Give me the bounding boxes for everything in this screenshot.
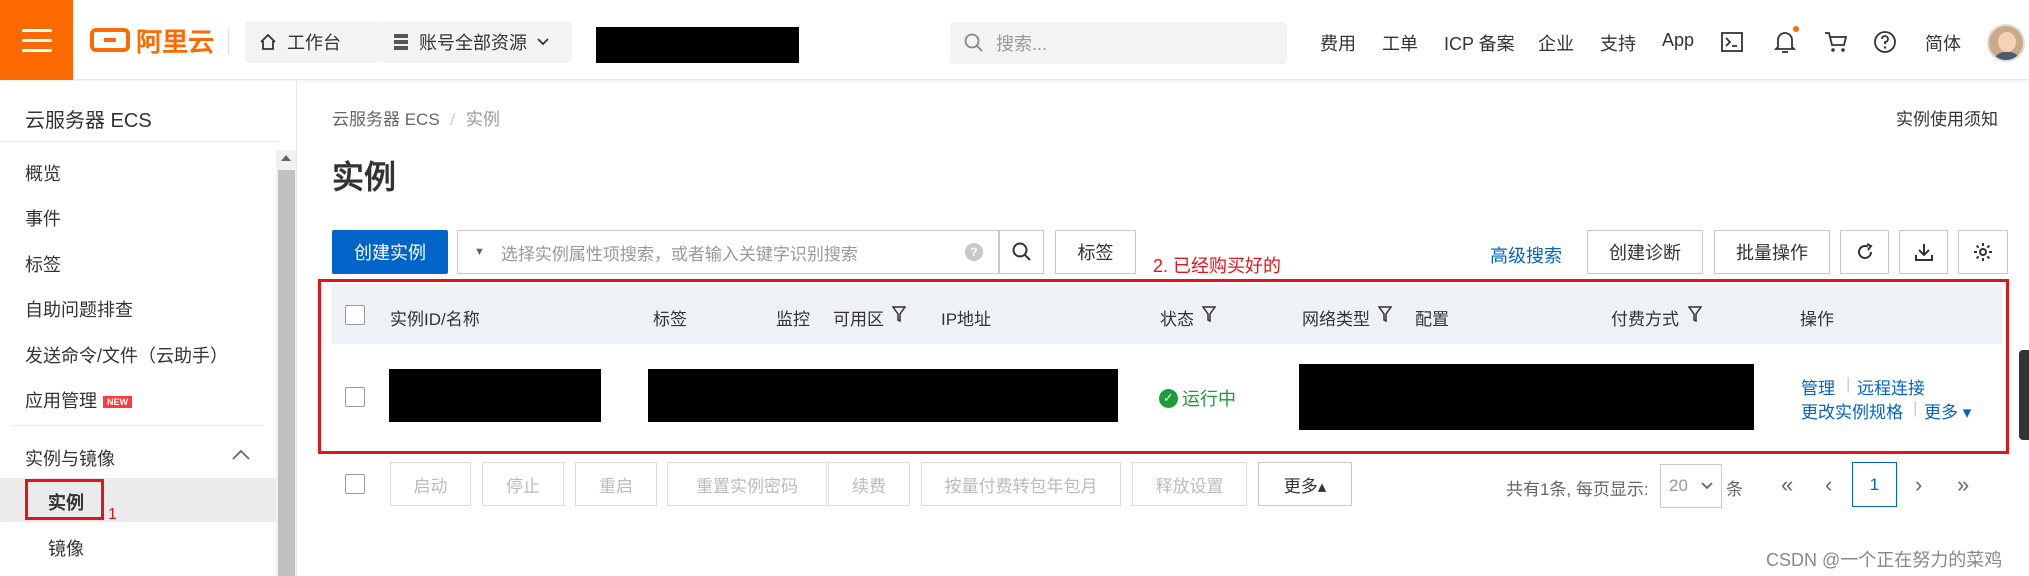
first-page-icon[interactable]: « bbox=[1781, 472, 1793, 498]
sidebar-item-tags[interactable]: 标签 bbox=[25, 251, 61, 277]
search-button[interactable] bbox=[999, 230, 1044, 274]
page-size-unit: 条 bbox=[1726, 480, 1743, 499]
release-settings-button[interactable]: 释放设置 bbox=[1132, 462, 1247, 506]
server-icon bbox=[394, 34, 408, 50]
search-icon bbox=[1012, 242, 1031, 261]
last-page-icon[interactable]: » bbox=[1957, 472, 1969, 498]
sidebar-item-app-management[interactable]: 应用管理 NEW bbox=[25, 387, 132, 413]
nav-enterprise[interactable]: 企业 bbox=[1538, 30, 1574, 56]
avatar[interactable] bbox=[1987, 24, 2025, 62]
sidebar-group-instances-images[interactable]: 实例与镜像 bbox=[25, 445, 115, 471]
page-size-value: 20 bbox=[1669, 476, 1688, 495]
resources-dropdown[interactable]: 账号全部资源 bbox=[379, 21, 572, 63]
workbench-button[interactable]: 工作台 bbox=[245, 21, 379, 63]
bottom-select-all-checkbox[interactable] bbox=[345, 474, 365, 494]
export-button[interactable] bbox=[1899, 230, 1948, 274]
language-switch[interactable]: 简体 bbox=[1925, 30, 1961, 56]
next-page-icon[interactable]: › bbox=[1915, 472, 1922, 498]
reset-password-button[interactable]: 重置实例密码 bbox=[667, 462, 827, 506]
nav-ticket[interactable]: 工单 bbox=[1382, 30, 1418, 56]
chevron-up-icon[interactable] bbox=[232, 450, 250, 460]
create-diagnosis-button[interactable]: 创建诊断 bbox=[1587, 230, 1703, 274]
restart-button[interactable]: 重启 bbox=[575, 462, 657, 506]
sidebar-item-cloud-assistant[interactable]: 发送命令/文件（云助手） bbox=[25, 342, 228, 368]
refresh-button[interactable] bbox=[1840, 230, 1889, 274]
start-button[interactable]: 启动 bbox=[390, 462, 471, 506]
convert-billing-button[interactable]: 按量付费转包年包月 bbox=[921, 462, 1121, 506]
resources-label: 账号全部资源 bbox=[419, 33, 527, 53]
nav-billing[interactable]: 费用 bbox=[1320, 30, 1356, 56]
cart-icon[interactable] bbox=[1824, 31, 1848, 53]
aliyun-logo-icon bbox=[90, 28, 130, 52]
gear-icon bbox=[1974, 243, 1992, 261]
breadcrumb-separator: / bbox=[450, 110, 456, 129]
current-page[interactable]: 1 bbox=[1852, 462, 1897, 507]
nav-app[interactable]: App bbox=[1662, 30, 1694, 51]
divider bbox=[228, 28, 229, 54]
sidebar-scrollbar-thumb[interactable] bbox=[278, 170, 295, 576]
tag-filter-button[interactable]: 标签 bbox=[1055, 230, 1136, 274]
annotation-2: 2. 已经购买好的 bbox=[1153, 256, 1282, 276]
global-search-placeholder: 搜索... bbox=[996, 34, 1048, 54]
app-management-label: 应用管理 bbox=[25, 391, 97, 411]
breadcrumb-root[interactable]: 云服务器 ECS bbox=[332, 110, 440, 129]
sidebar-item-overview[interactable]: 概览 bbox=[25, 160, 61, 186]
pagination-total: 共有1条, 每页显示: bbox=[1506, 480, 1649, 499]
scroll-up-icon[interactable] bbox=[280, 154, 292, 162]
nav-support[interactable]: 支持 bbox=[1600, 30, 1636, 56]
refresh-icon bbox=[1857, 243, 1873, 259]
download-icon bbox=[1914, 244, 1933, 261]
aliyun-logo[interactable]: 阿里云 bbox=[90, 24, 215, 57]
logo-text: 阿里云 bbox=[136, 26, 215, 57]
instance-search-placeholder: 选择实例属性项搜索，或者输入关键字识别搜索 bbox=[500, 244, 858, 264]
page-title: 实例 bbox=[332, 159, 397, 195]
caret-down-icon[interactable]: ▼ bbox=[474, 246, 485, 258]
terminal-icon[interactable] bbox=[1721, 32, 1743, 52]
sidebar-group-divider bbox=[14, 425, 264, 426]
chevron-down-icon bbox=[537, 38, 549, 46]
sidebar-item-images[interactable]: 镜像 bbox=[48, 535, 84, 561]
annotation-1: 1 bbox=[108, 506, 117, 523]
stop-button[interactable]: 停止 bbox=[482, 462, 564, 506]
renew-button[interactable]: 续费 bbox=[828, 462, 910, 506]
instance-search-input[interactable]: ▼ 选择实例属性项搜索，或者输入关键字识别搜索 bbox=[457, 230, 999, 274]
question-icon[interactable]: ? bbox=[965, 243, 983, 261]
top-navbar: 阿里云 工作台 账号全部资源 搜索... 费用 工单 ICP 备案 企业 支持 … bbox=[0, 0, 2029, 80]
advanced-search-link[interactable]: 高级搜索 bbox=[1490, 242, 1562, 268]
notification-dot bbox=[1793, 26, 1799, 32]
watermark: CSDN @一个正在努力的菜鸡 bbox=[1766, 550, 2003, 570]
page-scrollbar-thumb[interactable] bbox=[2019, 350, 2029, 440]
create-instance-button[interactable]: 创建实例 bbox=[332, 230, 448, 274]
annotation-box-table bbox=[318, 279, 2009, 454]
bottom-more-button[interactable]: 更多▴ bbox=[1258, 462, 1352, 506]
sidebar-item-troubleshoot[interactable]: 自助问题排查 bbox=[25, 296, 133, 322]
breadcrumb: 云服务器 ECS / 实例 bbox=[332, 105, 500, 130]
settings-button[interactable] bbox=[1958, 230, 2008, 274]
breadcrumb-current: 实例 bbox=[465, 110, 500, 129]
redacted-account bbox=[596, 27, 799, 63]
workbench-label: 工作台 bbox=[287, 33, 341, 53]
global-search-input[interactable]: 搜索... bbox=[950, 22, 1287, 64]
home-icon bbox=[260, 33, 276, 50]
sidebar-item-instances[interactable]: 实例 bbox=[48, 489, 84, 515]
sidebar-item-events[interactable]: 事件 bbox=[25, 205, 61, 231]
sidebar-divider bbox=[0, 141, 280, 142]
nav-icp[interactable]: ICP 备案 bbox=[1444, 30, 1515, 56]
help-icon[interactable] bbox=[1873, 30, 1897, 54]
batch-operation-button[interactable]: 批量操作 bbox=[1714, 230, 1830, 274]
usage-notice-link[interactable]: 实例使用须知 bbox=[1896, 105, 1998, 130]
page-size-select[interactable]: 20 bbox=[1660, 464, 1722, 508]
bell-icon[interactable] bbox=[1774, 30, 1796, 54]
menu-icon[interactable] bbox=[0, 0, 73, 80]
chevron-down-icon bbox=[1701, 482, 1713, 490]
search-icon bbox=[964, 33, 983, 52]
prev-page-icon[interactable]: ‹ bbox=[1825, 472, 1832, 498]
new-badge: NEW bbox=[103, 396, 132, 409]
sidebar-title: 云服务器 ECS bbox=[25, 110, 152, 132]
